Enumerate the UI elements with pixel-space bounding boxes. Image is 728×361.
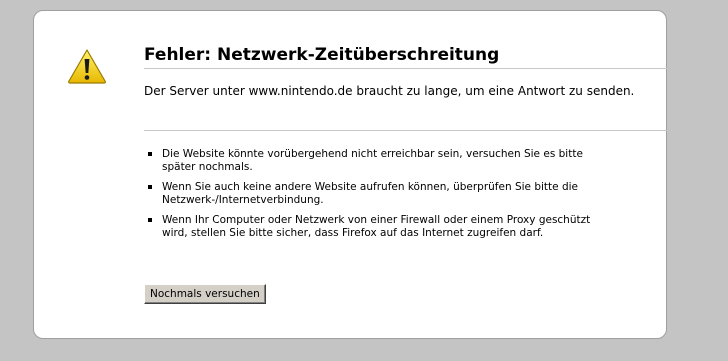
bullet-icon xyxy=(148,185,152,189)
warning-icon xyxy=(68,49,106,84)
bullet-icon xyxy=(148,218,152,222)
list-item: Wenn Ihr Computer oder Netzwerk von eine… xyxy=(144,214,614,240)
list-item-text: Wenn Ihr Computer oder Netzwerk von eine… xyxy=(162,214,591,239)
list-item: Die Website könnte vorübergehend nicht e… xyxy=(144,148,614,174)
page-title: Fehler: Netzwerk-Zeitüberschreitung xyxy=(144,45,668,69)
list-item-text: Die Website könnte vorübergehend nicht e… xyxy=(162,148,583,173)
error-card: Fehler: Netzwerk-Zeitüberschreitung Der … xyxy=(33,10,668,339)
reasons-list: Die Website könnte vorübergehend nicht e… xyxy=(144,148,614,247)
list-item: Wenn Sie auch keine andere Website aufru… xyxy=(144,181,614,207)
error-description: Der Server unter www.nintendo.de braucht… xyxy=(144,84,635,98)
bullet-icon xyxy=(148,152,152,156)
retry-button[interactable]: Nochmals versuchen xyxy=(144,284,266,304)
divider xyxy=(144,130,668,131)
list-item-text: Wenn Sie auch keine andere Website aufru… xyxy=(162,181,578,206)
